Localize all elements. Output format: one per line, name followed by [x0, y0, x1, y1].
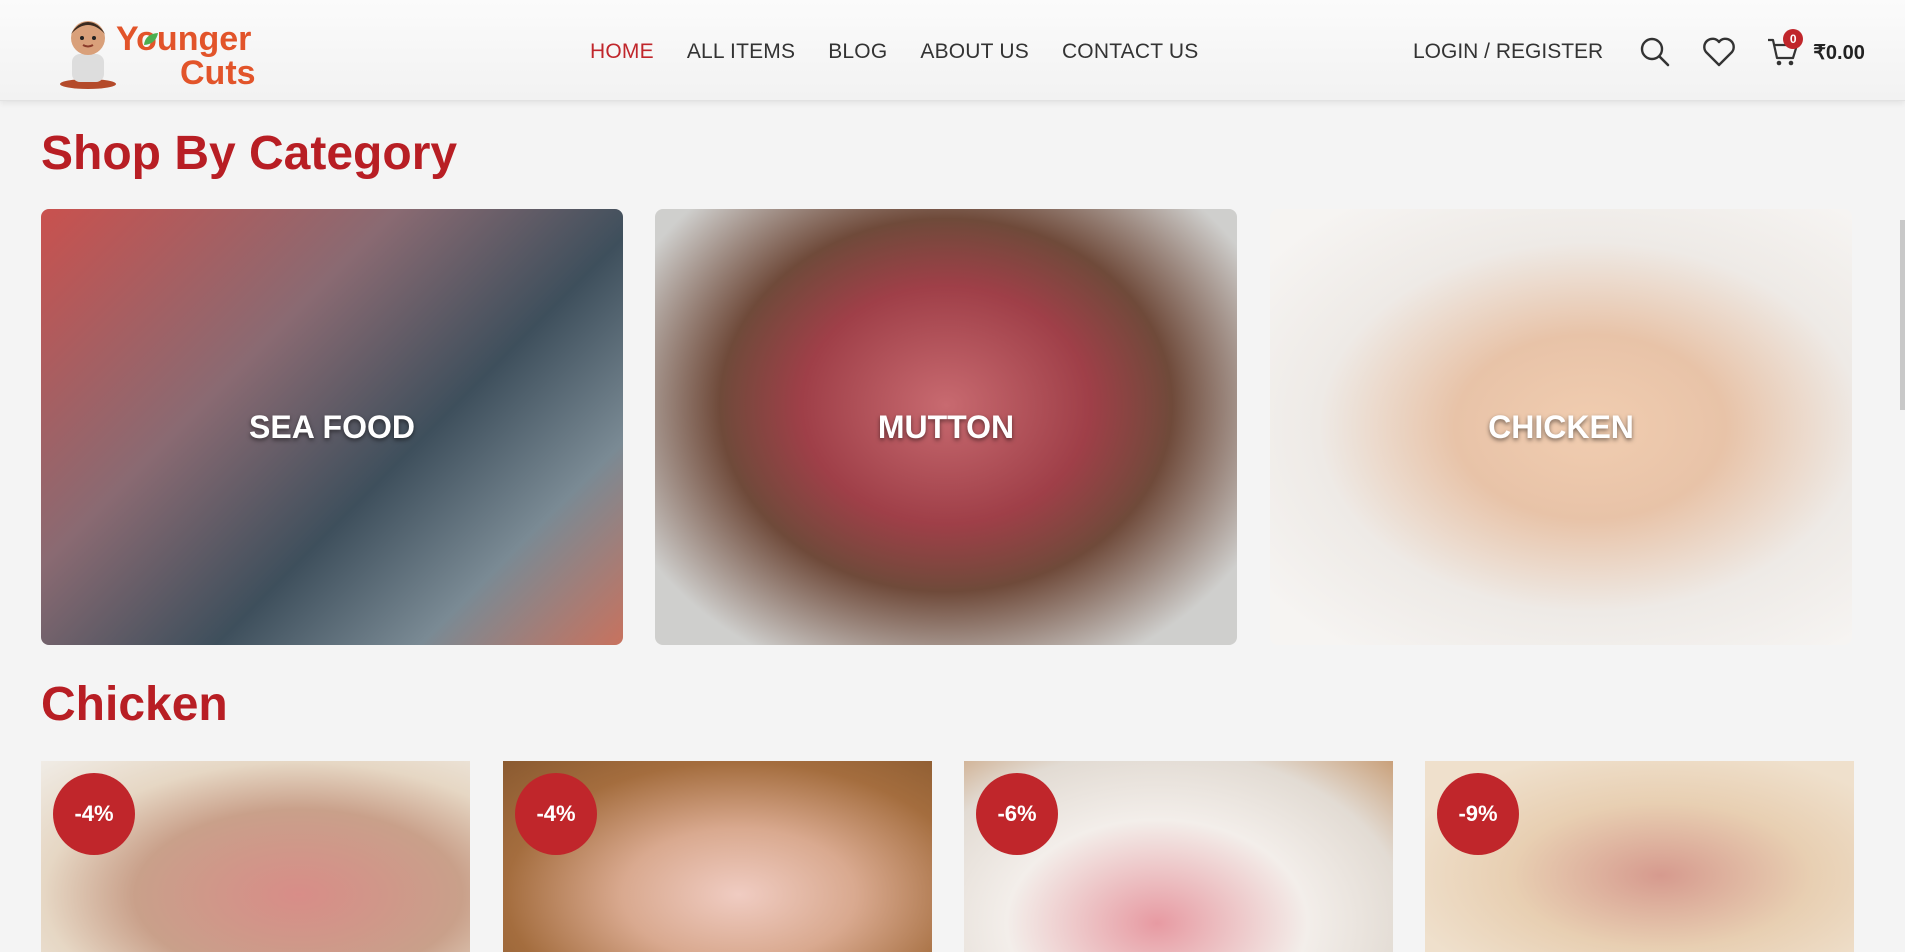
- discount-badge: -4%: [53, 773, 135, 855]
- leaf-icon: [144, 33, 158, 45]
- shop-by-category-title: Shop By Category: [41, 127, 458, 180]
- product-card[interactable]: -4%: [503, 761, 932, 952]
- header-tools: LOGIN / REGISTER 0 ₹0.00: [1413, 29, 1865, 74]
- heart-icon: [1703, 37, 1736, 67]
- nav-all-items[interactable]: ALL ITEMS: [687, 40, 795, 64]
- category-card-chicken[interactable]: CHICKEN: [1270, 209, 1852, 645]
- site-logo[interactable]: Younger Cuts: [58, 12, 278, 92]
- nav-about-us[interactable]: ABOUT US: [920, 40, 1029, 64]
- nav-contact-us[interactable]: CONTACT US: [1062, 40, 1199, 64]
- product-card[interactable]: -4%: [41, 761, 470, 952]
- cart-total[interactable]: ₹0.00: [1813, 40, 1865, 65]
- wishlist-button[interactable]: [1699, 32, 1739, 72]
- cart-count-badge: 0: [1783, 29, 1804, 49]
- login-register-link[interactable]: LOGIN / REGISTER: [1413, 40, 1603, 64]
- cart-button[interactable]: 0: [1763, 29, 1804, 72]
- product-card[interactable]: -9%: [1425, 761, 1854, 952]
- logo-text-cuts: Cuts: [180, 54, 256, 92]
- baby-mascot-icon: [60, 21, 116, 89]
- category-label: SEA FOOD: [249, 408, 415, 445]
- nav-blog[interactable]: BLOG: [828, 40, 887, 64]
- nav-home[interactable]: HOME: [590, 40, 654, 64]
- category-card-mutton[interactable]: MUTTON: [655, 209, 1237, 645]
- category-card-seafood[interactable]: SEA FOOD: [41, 209, 623, 645]
- chicken-section-title: Chicken: [41, 678, 228, 731]
- discount-badge: -4%: [515, 773, 597, 855]
- product-card[interactable]: -6%: [964, 761, 1393, 952]
- page-scrollbar[interactable]: [1900, 220, 1905, 410]
- search-icon: [1641, 37, 1670, 67]
- category-label: MUTTON: [877, 408, 1015, 445]
- search-button[interactable]: [1635, 32, 1675, 72]
- discount-badge: -9%: [1437, 773, 1519, 855]
- main-nav: HOME ALL ITEMS BLOG ABOUT US CONTACT US: [590, 40, 1199, 64]
- discount-badge: -6%: [976, 773, 1058, 855]
- category-label: CHICKEN: [1488, 408, 1634, 445]
- site-header: Younger Cuts HOME ALL ITEMS BLOG ABOUT U…: [0, 0, 1905, 101]
